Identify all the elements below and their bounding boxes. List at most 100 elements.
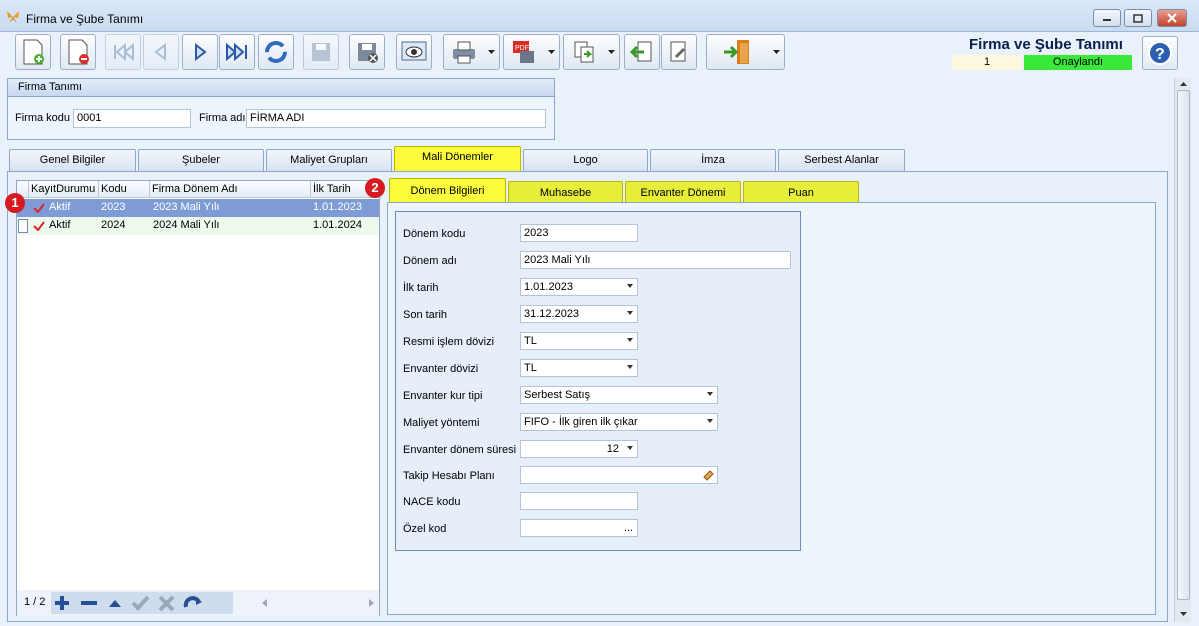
copy-dropdown[interactable] xyxy=(604,34,620,70)
tab-serbest-alanlar[interactable]: Serbest Alanlar xyxy=(778,149,905,171)
scroll-left-icon[interactable] xyxy=(261,598,269,608)
column-header-kodu[interactable]: Kodu xyxy=(99,181,150,198)
move-up-icon[interactable] xyxy=(107,594,123,612)
maximize-button[interactable] xyxy=(1124,9,1152,27)
check-icon xyxy=(33,221,45,231)
takip-input[interactable] xyxy=(520,466,718,484)
check-icon xyxy=(33,203,45,213)
cell-durum: Aktif xyxy=(49,219,71,231)
refresh-button[interactable] xyxy=(258,34,294,70)
tab-maliyet-gruplari[interactable]: Maliyet Grupları xyxy=(266,149,392,171)
chevron-down-icon xyxy=(627,446,633,450)
copy-icon xyxy=(574,41,594,63)
cell-kodu: 2023 xyxy=(101,201,126,213)
envanter-doviz-select[interactable]: TL xyxy=(520,359,638,377)
cell-ilk-tarih: 1.01.2024 xyxy=(313,219,362,231)
table-row[interactable]: Aktif 2024 2024 Mali Yılı 1.01.2024 xyxy=(17,217,379,235)
ozel-kod-label: Özel kod xyxy=(403,523,447,535)
save-button[interactable] xyxy=(303,34,339,70)
son-tarih-label: Son tarih xyxy=(403,309,448,321)
lookup-icon[interactable] xyxy=(702,469,714,481)
chevron-down-icon xyxy=(627,311,633,315)
copy-button[interactable] xyxy=(563,34,605,70)
resmi-doviz-label: Resmi işlem dövizi xyxy=(403,336,495,348)
print-dropdown[interactable] xyxy=(484,34,500,70)
resmi-doviz-select[interactable]: TL xyxy=(520,332,638,350)
export-dropdown[interactable] xyxy=(544,34,560,70)
previous-record-button[interactable] xyxy=(143,34,179,70)
donem-kodu-input[interactable]: 2023 xyxy=(520,224,638,242)
scroll-right-icon[interactable] xyxy=(367,598,375,608)
cell-donem-adi: 2024 Mali Yılı xyxy=(153,219,220,231)
subtab-puan[interactable]: Puan xyxy=(743,181,859,203)
exit-dropdown[interactable] xyxy=(769,34,785,70)
import-button[interactable] xyxy=(624,34,660,70)
new-record-button[interactable] xyxy=(15,34,51,70)
maliyet-select[interactable]: FIFO - İlk giren ilk çıkar xyxy=(520,413,718,431)
subtab-envanter-donemi[interactable]: Envanter Dönemi xyxy=(625,181,741,203)
tools-button[interactable] xyxy=(661,34,697,70)
tab-logo[interactable]: Logo xyxy=(523,149,648,171)
scroll-thumb[interactable] xyxy=(1177,90,1190,600)
import-icon xyxy=(629,41,652,62)
son-tarih-picker[interactable]: 31.12.2023 xyxy=(520,305,638,323)
ozel-kod-input[interactable]: ... xyxy=(520,519,638,537)
column-header-kayit-durumu[interactable]: KayıtDurumu xyxy=(29,181,99,198)
tools-icon xyxy=(670,41,686,62)
subtab-muhasebe[interactable]: Muhasebe xyxy=(508,181,623,203)
cell-durum: Aktif xyxy=(49,201,71,213)
add-icon[interactable] xyxy=(53,594,73,612)
tab-subeler[interactable]: Şubeler xyxy=(138,149,264,171)
butterfly-icon xyxy=(7,11,19,23)
annotation-badge-2: 2 xyxy=(365,178,385,198)
svg-text:?: ? xyxy=(1155,46,1165,63)
export-pdf-button[interactable]: PDF xyxy=(503,34,545,70)
grid-navigator: 1 / 2 xyxy=(17,590,379,616)
firma-adi-input[interactable]: FİRMA ADI xyxy=(246,109,546,128)
cancel-save-icon xyxy=(358,43,378,63)
group-title: Firma Tanımı xyxy=(8,79,554,97)
print-button[interactable] xyxy=(443,34,485,70)
subtab-donem-bilgileri[interactable]: Dönem Bilgileri xyxy=(389,178,506,203)
cancel-icon[interactable] xyxy=(157,594,177,612)
delete-record-button[interactable] xyxy=(60,34,96,70)
donem-grid: KayıtDurumu Kodu Firma Dönem Adı İlk Tar… xyxy=(16,180,381,616)
donem-adi-label: Dönem adı xyxy=(403,255,457,267)
refresh-icon[interactable] xyxy=(182,594,204,612)
remove-icon[interactable] xyxy=(79,594,99,612)
minimize-button[interactable] xyxy=(1093,9,1121,27)
ellipsis-button[interactable]: ... xyxy=(624,522,633,534)
table-row[interactable]: Aktif 2023 2023 Mali Yılı 1.01.2023 xyxy=(17,199,379,217)
window-title: Firma ve Şube Tanımı xyxy=(26,12,144,26)
ilk-tarih-picker[interactable]: 1.01.2023 xyxy=(520,278,638,296)
column-header-donem-adi[interactable]: Firma Dönem Adı xyxy=(150,181,311,198)
next-record-button[interactable] xyxy=(182,34,218,70)
pager-text: 1 / 2 xyxy=(24,596,46,608)
vertical-scrollbar[interactable] xyxy=(1174,78,1191,622)
firma-kodu-input[interactable]: 0001 xyxy=(73,109,191,128)
donem-suresi-select[interactable]: 12 xyxy=(520,440,638,458)
preview-button[interactable] xyxy=(396,34,432,70)
confirm-icon[interactable] xyxy=(131,594,151,612)
kur-tipi-select[interactable]: Serbest Satış xyxy=(520,386,718,404)
scroll-down-icon[interactable] xyxy=(1179,610,1188,618)
nace-input[interactable] xyxy=(520,492,638,510)
maliyet-label: Maliyet yöntemi xyxy=(403,417,480,429)
tab-imza[interactable]: İmza xyxy=(650,149,776,171)
tab-genel-bilgiler[interactable]: Genel Bilgiler xyxy=(9,149,136,171)
donem-adi-input[interactable]: 2023 Mali Yılı xyxy=(520,251,791,269)
next-icon xyxy=(195,42,207,62)
scroll-up-icon[interactable] xyxy=(1179,80,1188,88)
tab-mali-donemler[interactable]: Mali Dönemler xyxy=(394,146,521,172)
first-record-button[interactable] xyxy=(105,34,141,70)
last-record-button[interactable] xyxy=(219,34,255,70)
cancel-button[interactable] xyxy=(349,34,385,70)
delete-document-icon xyxy=(68,39,89,65)
donem-kodu-label: Dönem kodu xyxy=(403,228,466,240)
last-icon xyxy=(226,42,247,62)
firma-kodu-label: Firma kodu xyxy=(15,112,71,124)
close-button[interactable] xyxy=(1157,9,1187,27)
exit-button[interactable] xyxy=(706,34,770,70)
help-button[interactable]: ? xyxy=(1142,36,1178,70)
chevron-down-icon xyxy=(627,338,633,342)
